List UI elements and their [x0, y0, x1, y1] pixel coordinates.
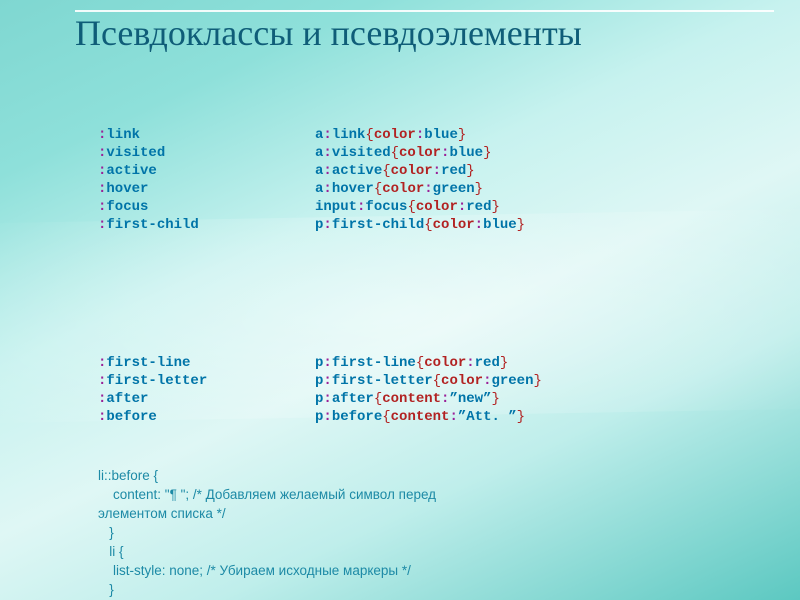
- pseudo-element-examples: p:first-line{color:red} p:first-letter{c…: [315, 354, 775, 426]
- extra-line-3: элементом списка */: [98, 506, 226, 521]
- title-rule: [75, 10, 774, 12]
- slide: Псевдоклассы и псевдоэлементы :link :vis…: [0, 0, 800, 600]
- extra-line-4: }: [98, 525, 114, 540]
- extra-code: li::before { content: "¶ "; /* Добавляем…: [98, 466, 436, 599]
- pseudo-element-list: :first-line :first-letter :after :before: [98, 354, 318, 426]
- extra-line-2: content: "¶ "; /* Добавляем желаемый сим…: [98, 487, 436, 502]
- extra-line-1: li::before {: [98, 468, 158, 483]
- pseudo-class-list: :link :visited :active :hover :focus :fi…: [98, 126, 318, 234]
- extra-line-5: li {: [98, 544, 124, 559]
- pseudo-class-examples: a:link{color:blue} a:visited{color:blue}…: [315, 126, 775, 234]
- extra-line-6: list-style: none; /* Убираем исходные ма…: [98, 563, 411, 578]
- slide-title: Псевдоклассы и псевдоэлементы: [75, 14, 774, 54]
- extra-line-7: }: [98, 582, 114, 597]
